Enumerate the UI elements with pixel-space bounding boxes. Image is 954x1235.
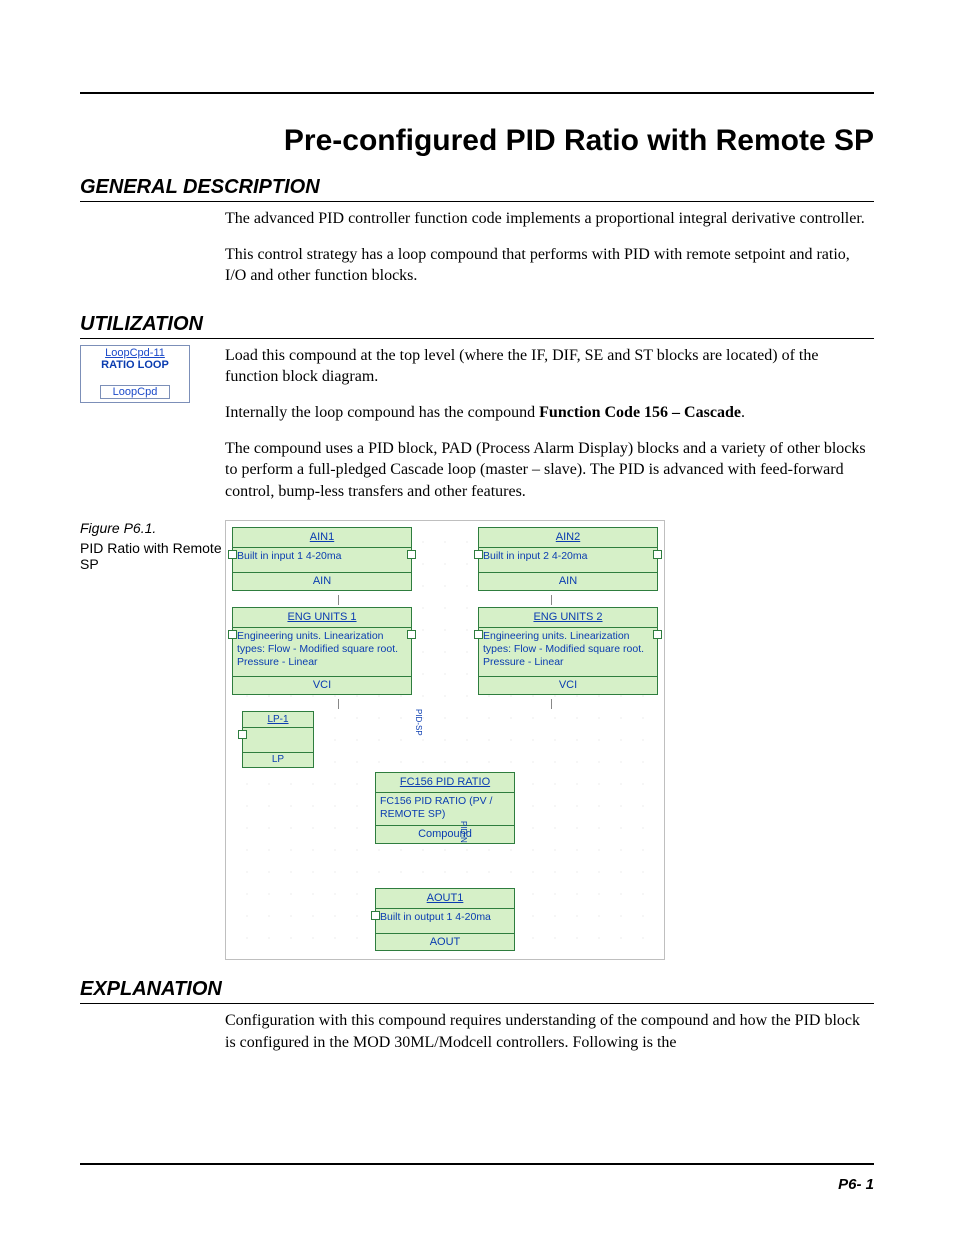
cpd-icon-bottom: LoopCpd (100, 385, 170, 399)
diagram: AIN1 Built in input 1 4-20ma AIN AIN2 Bu… (225, 520, 665, 960)
block-head: ENG UNITS 1 (233, 608, 411, 628)
explanation-block: Configuration with this compound require… (80, 1010, 874, 1067)
port-icon (407, 550, 416, 559)
port-icon (474, 630, 483, 639)
cpd-icon-line2: RATIO LOOP (81, 359, 189, 385)
utilization-body: Load this compound at the top level (whe… (225, 345, 874, 517)
port-icon (371, 911, 380, 920)
connector (232, 595, 658, 605)
block-body: Built in output 1 4-20ma (376, 909, 514, 933)
paragraph: Internally the loop compound has the com… (225, 402, 874, 424)
paragraph: Load this compound at the top level (whe… (225, 345, 874, 388)
block-foot: VCI (479, 676, 657, 694)
block-foot: AOUT (376, 933, 514, 951)
page: Pre-configured PID Ratio with Remote SP … (0, 0, 954, 1235)
block-body: Engineering units. Linearization types: … (233, 628, 411, 676)
block-head: ENG UNITS 2 (479, 608, 657, 628)
port-icon (407, 630, 416, 639)
block-eng2: ENG UNITS 2 Engineering units. Lineariza… (478, 607, 658, 695)
utilization-left: LoopCpd-11 RATIO LOOP LoopCpd (80, 345, 225, 403)
port-icon (238, 730, 247, 739)
block-body: Engineering units. Linearization types: … (479, 628, 657, 676)
block-body: Built in input 1 4-20ma (233, 548, 411, 572)
bold-text: Function Code 156 – Cascade (539, 404, 741, 421)
paragraph: This control strategy has a loop compoun… (225, 244, 874, 287)
text: Internally the loop compound has the com… (225, 404, 539, 421)
figure-row: Figure P6.1. PID Ratio with Remote SP AI… (80, 520, 874, 960)
block-body (243, 728, 313, 752)
block-head: AIN1 (233, 528, 411, 548)
block-foot: VCI (233, 676, 411, 694)
spacer (232, 848, 658, 888)
block-ain2: AIN2 Built in input 2 4-20ma AIN (478, 527, 658, 591)
port-icon (228, 550, 237, 559)
block-ain1: AIN1 Built in input 1 4-20ma AIN (232, 527, 412, 591)
general-body: The advanced PID controller function cod… (225, 208, 874, 301)
block-foot: LP (243, 752, 313, 767)
figure-caption-col: Figure P6.1. PID Ratio with Remote SP (80, 520, 225, 572)
bottom-rule (80, 1163, 874, 1165)
connector (232, 699, 658, 709)
port-icon (653, 550, 662, 559)
text: . (741, 404, 745, 421)
block-aout: AOUT1 Built in output 1 4-20ma AOUT (375, 888, 515, 952)
loop-compound-icon: LoopCpd-11 RATIO LOOP LoopCpd (80, 345, 190, 403)
block-body: FC156 PID RATIO (PV / REMOTE SP) (376, 793, 514, 825)
cpd-icon-line1: LoopCpd-11 (81, 346, 189, 359)
top-rule (80, 92, 874, 94)
block-head: FC156 PID RATIO (376, 773, 514, 793)
port-icon (228, 630, 237, 639)
block-foot: Compound (376, 825, 514, 843)
block-head: LP-1 (243, 712, 313, 729)
block-head: AIN2 (479, 528, 657, 548)
diagram-center: PID-SP LP-1 LP FC156 PID RATIO FC156 PID… (232, 711, 658, 952)
port-icon (653, 630, 662, 639)
figure-body: AIN1 Built in input 1 4-20ma AIN AIN2 Bu… (225, 520, 874, 960)
block-pid: FC156 PID RATIO FC156 PID RATIO (PV / RE… (375, 772, 515, 844)
section-heading-utilization: UTILIZATION (80, 313, 874, 339)
tag-pid-sp: PID-SP (412, 709, 423, 736)
section-heading-explanation: EXPLANATION (80, 978, 874, 1004)
explanation-body: Configuration with this compound require… (225, 1010, 874, 1067)
block-lp1: LP-1 LP (242, 711, 314, 768)
section-heading-general: GENERAL DESCRIPTION (80, 176, 874, 202)
block-foot: AIN (233, 572, 411, 590)
diagram-row-eng: ENG UNITS 1 Engineering units. Lineariza… (232, 607, 658, 695)
diagram-row-ain: AIN1 Built in input 1 4-20ma AIN AIN2 Bu… (232, 527, 658, 591)
figure-label: Figure P6.1. (80, 520, 225, 536)
page-number: P6- 1 (838, 1176, 874, 1193)
port-icon (474, 550, 483, 559)
block-body: Built in input 2 4-20ma (479, 548, 657, 572)
paragraph: The advanced PID controller function cod… (225, 208, 874, 230)
block-head: AOUT1 (376, 889, 514, 909)
tag-pid-n: PID-N (457, 821, 468, 843)
paragraph: Configuration with this compound require… (225, 1010, 874, 1053)
utilization-block: LoopCpd-11 RATIO LOOP LoopCpd Load this … (80, 345, 874, 517)
page-title: Pre-configured PID Ratio with Remote SP (80, 124, 874, 158)
block-eng1: ENG UNITS 1 Engineering units. Lineariza… (232, 607, 412, 695)
figure-caption: PID Ratio with Remote SP (80, 540, 225, 572)
paragraph: The compound uses a PID block, PAD (Proc… (225, 438, 874, 503)
general-block: The advanced PID controller function cod… (80, 208, 874, 301)
block-foot: AIN (479, 572, 657, 590)
